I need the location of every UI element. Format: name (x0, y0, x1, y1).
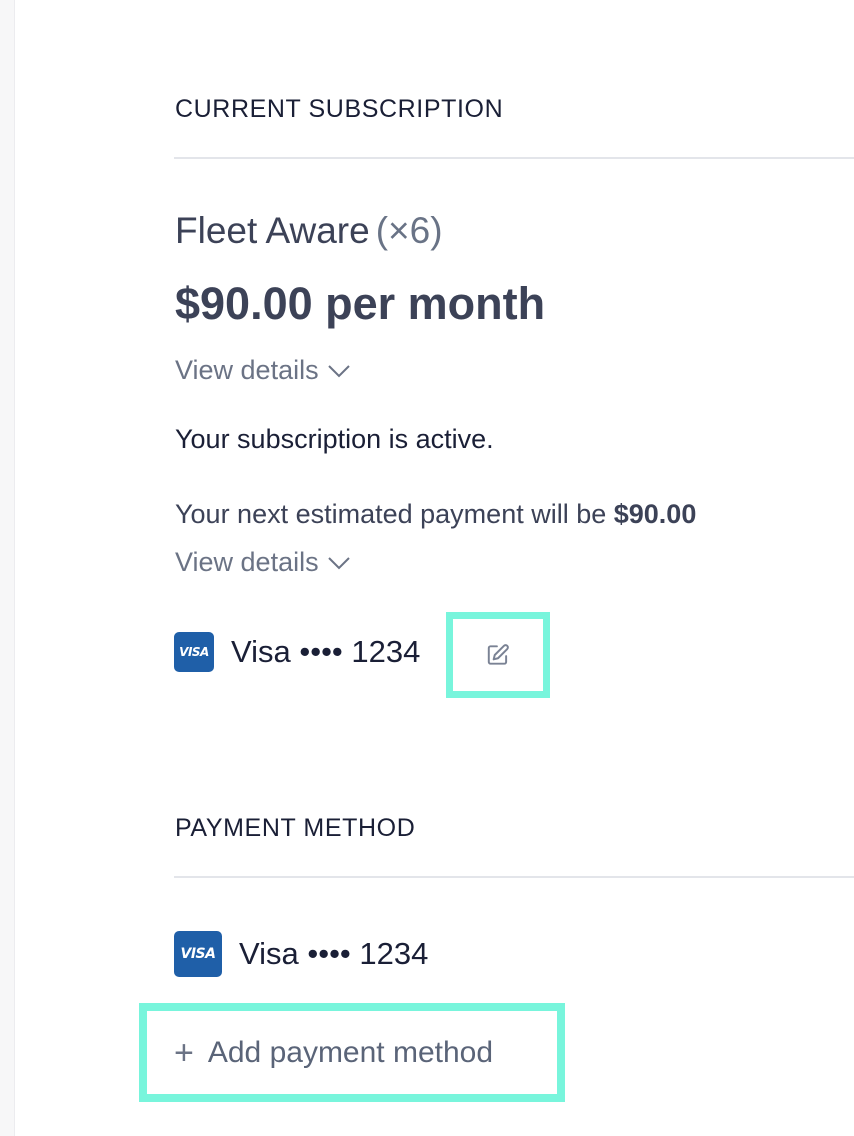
next-payment-prefix: Your next estimated payment will be (175, 499, 614, 529)
subscription-card-row: VISA Visa •••• 1234 (174, 632, 420, 672)
left-sidebar-edge (0, 0, 15, 1136)
plus-icon: + (174, 1033, 194, 1072)
add-payment-method-label: Add payment method (207, 1035, 494, 1069)
plan-price: $90.00 per month (175, 278, 546, 329)
edit-icon (487, 644, 509, 665)
subscription-status: Your subscription is active. (175, 424, 494, 454)
edit-payment-button[interactable] (446, 612, 550, 698)
chevron-down-icon (327, 364, 350, 377)
next-payment-amount: $90.00 (613, 499, 697, 529)
plan-title: Fleet Aware (×6) (175, 210, 443, 252)
billing-content: CURRENT SUBSCRIPTION Fleet Aware (×6) $90… (139, 0, 854, 1136)
plan-quantity: (×6) (375, 210, 443, 251)
card-label: Visa •••• 1234 (231, 634, 421, 669)
view-details-label: View details (175, 355, 319, 385)
section-divider (174, 157, 854, 159)
visa-card-icon: VISA (174, 931, 222, 977)
chevron-down-icon (327, 556, 350, 569)
section-divider (174, 876, 854, 878)
view-details-toggle[interactable]: View details (175, 355, 351, 386)
current-subscription-heading: CURRENT SUBSCRIPTION (175, 95, 504, 123)
next-payment-text: Your next estimated payment will be $90.… (175, 499, 696, 530)
view-details-label: View details (175, 547, 319, 577)
payment-method-card-row: VISA Visa •••• 1234 (174, 931, 428, 977)
view-payment-details-toggle[interactable]: View details (175, 547, 351, 578)
visa-card-icon: VISA (174, 632, 214, 672)
card-label: Visa •••• 1234 (239, 936, 429, 971)
add-payment-method-button[interactable]: + Add payment method (139, 1003, 565, 1102)
plan-name: Fleet Aware (175, 210, 370, 251)
payment-method-heading: PAYMENT METHOD (175, 814, 416, 842)
